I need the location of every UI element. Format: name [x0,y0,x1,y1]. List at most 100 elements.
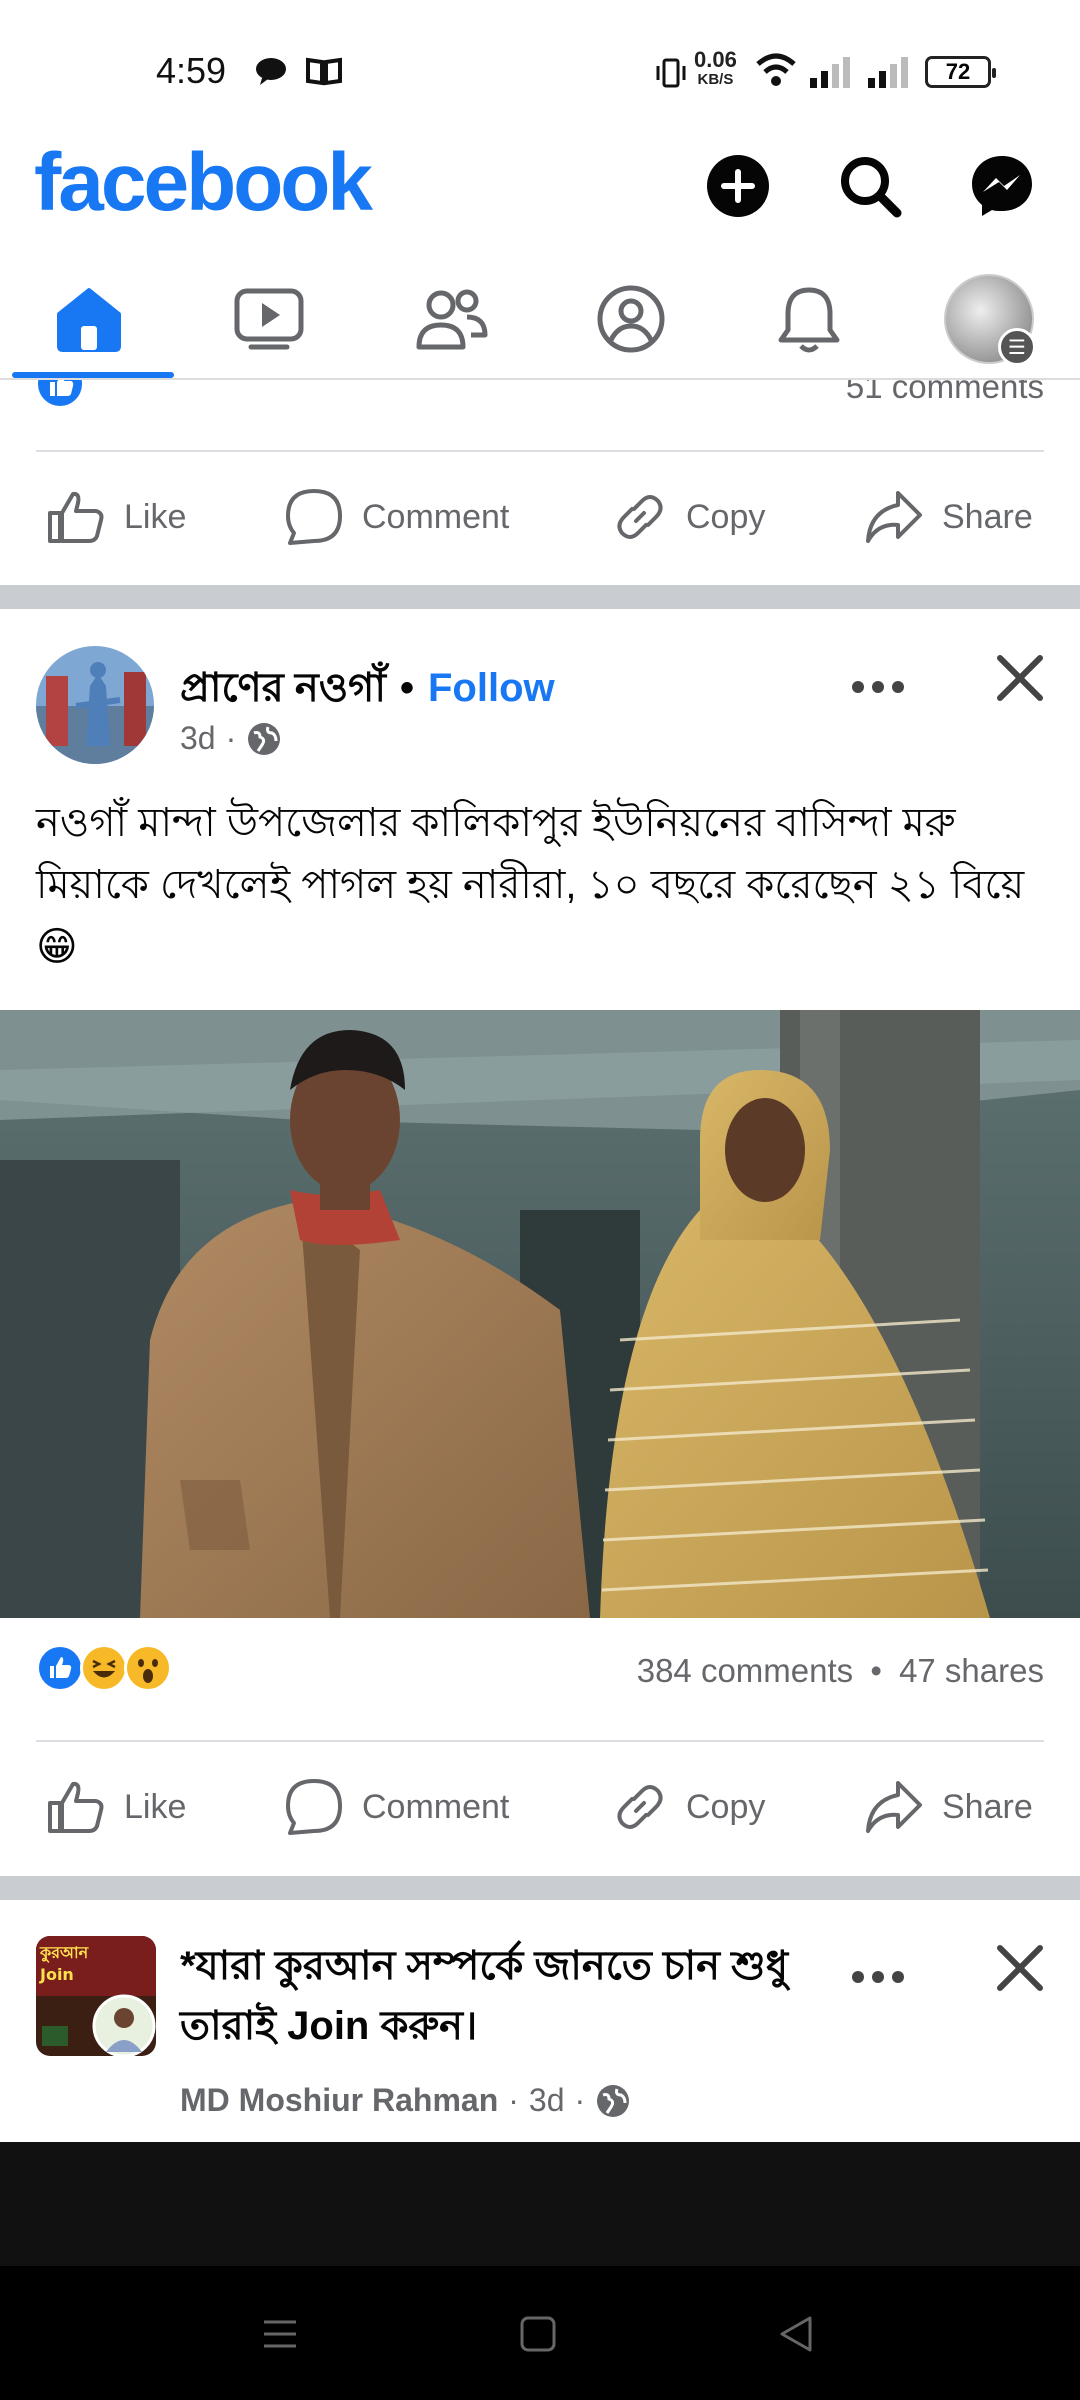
bottom-dark-area [0,2142,1080,2266]
add-icon [707,155,769,217]
post1-photo[interactable] [0,1010,1080,1618]
post1-title-separator: • [399,666,414,710]
post1-comments-count[interactable]: 384 comments [637,1652,853,1689]
post1-counts-separator: • [870,1652,882,1689]
more-icon [852,681,904,693]
like-button[interactable]: Like [46,452,186,582]
news-feed[interactable]: 51 comments Like Comment Copy Share প্রা… [0,380,1080,2142]
post2-meta-dot-2: · [574,2082,586,2118]
book-notification-icon [306,57,342,86]
share-icon [866,1781,922,1833]
net-speed-value: 0.06 [694,47,737,72]
page-avatar-image [36,646,154,764]
signal-icon-2 [868,57,908,88]
post1-meta: 3d · [180,720,282,757]
post2-hide-button[interactable] [992,1940,1048,1996]
post2-header: কুরআন Join *যারা কুরআন সম্পর্কে জানতে চা… [0,1936,1080,2142]
post2-text[interactable]: *যারা কুরআন সম্পর্কে জানতে চান শুধু তারা… [180,1936,820,2056]
more-icon [852,1971,904,1983]
share-button[interactable]: Share [864,1742,1033,1872]
tab-menu[interactable]: ☰ [904,260,1074,378]
search-button[interactable] [830,146,910,226]
profile-icon [597,285,665,353]
signal-icon-1 [810,57,850,88]
tab-video[interactable] [184,260,354,378]
net-speed: 0.06 KB/S [694,47,737,90]
app-header: facebook [0,137,1080,260]
home-icon [57,288,121,352]
post1-more-button[interactable] [850,658,906,708]
share-icon [866,491,922,543]
post1-photo-image [0,1010,1080,1618]
messenger-icon [972,156,1032,216]
wifi-icon [756,53,796,86]
friends-icon [416,289,488,350]
status-time: 4:59 [156,50,227,91]
post1-time[interactable]: 3d [180,720,216,757]
comment-button[interactable]: Comment [284,452,509,582]
close-icon [997,1945,1043,1991]
globe-icon [597,2084,630,2117]
back-nav-icon[interactable] [772,2310,820,2358]
copy-button[interactable]: Copy [612,1742,765,1872]
tab-bar: ☰ [0,260,1080,380]
tab-profile[interactable] [546,260,716,378]
share-label: Share [942,1787,1033,1826]
post2-more-button[interactable] [850,1948,906,1998]
post2-author[interactable]: MD Moshiur Rahman [180,2082,498,2119]
battery-indicator: 72 [925,56,996,88]
like-button[interactable]: Like [46,1742,186,1872]
copy-button[interactable]: Copy [612,452,765,582]
follow-button[interactable]: Follow [428,666,555,710]
post1-page-name[interactable]: প্রাণের নওগাঁ [180,666,386,710]
post-separator [0,1876,1080,1900]
post1-text: নওগাঁ মান্দা উপজেলার কালিকাপুর ইউনিয়নের… [36,801,1025,969]
create-button[interactable] [698,146,778,226]
prev-post-stats: 51 comments [36,380,1044,420]
post1-reactions[interactable] [36,1644,172,1692]
link-icon [617,1785,663,1829]
post1-actions: Like Comment Copy Share [0,1742,1080,1872]
comment-label: Comment [362,497,510,536]
post1-page-avatar[interactable] [36,646,154,764]
post1-counts: 384 comments • 47 shares [637,1652,1044,1690]
post2-group-avatar[interactable]: কুরআন Join [36,1936,156,2056]
vibrate-icon [656,58,686,88]
post1-hide-button[interactable] [992,650,1048,706]
copy-label: Copy [686,497,766,536]
like-label: Like [124,1787,187,1826]
search-icon [841,157,902,218]
copy-label: Copy [686,1787,766,1826]
video-icon [234,288,304,350]
system-navigation-bar [0,2266,1080,2400]
tab-home[interactable] [4,260,174,378]
post2-meta-dot: · [508,2082,519,2118]
recent-apps-icon[interactable] [256,2310,304,2358]
net-speed-unit: KB/S [697,71,734,88]
haha-reaction-icon [80,1644,128,1692]
group-avatar-image: কুরআন Join [36,1936,156,2056]
tab-notifications[interactable] [724,260,894,378]
globe-icon [248,722,281,755]
comment-button[interactable]: Comment [284,1742,509,1872]
like-label: Like [124,497,187,536]
facebook-logo[interactable]: facebook [34,136,373,230]
share-button[interactable]: Share [864,452,1033,582]
home-nav-icon[interactable] [514,2310,562,2358]
comment-label: Comment [362,1787,510,1826]
tab-active-indicator [12,372,174,378]
prev-comments-count[interactable]: 51 comments [846,380,1044,406]
post1-stats: 384 comments • 47 shares [36,1636,1044,1696]
wow-reaction-icon [124,1644,172,1692]
comment-icon [286,1779,342,1835]
like-reaction-icon [38,380,82,406]
like-icon [48,491,104,543]
post2-time[interactable]: 3d [529,2082,565,2119]
post1-meta-dot: · [225,720,237,756]
like-icon [48,1781,104,1833]
post1-shares-count[interactable]: 47 shares [899,1652,1044,1689]
messenger-button[interactable] [962,146,1042,226]
like-reaction-icon [36,1644,84,1692]
tab-friends[interactable] [366,260,536,378]
link-icon [617,495,663,539]
